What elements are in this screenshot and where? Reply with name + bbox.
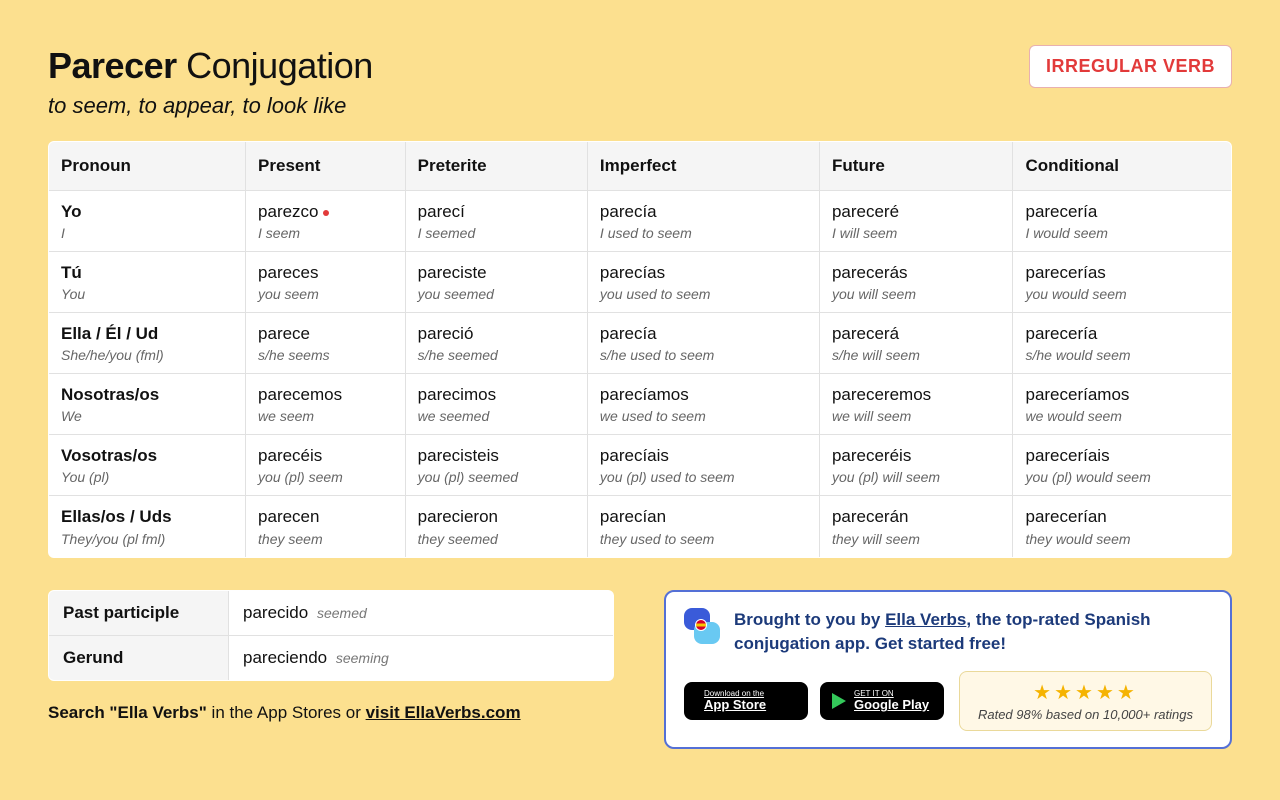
rating-text: Rated 98% based on 10,000+ ratings [978, 707, 1193, 722]
conjugation-cell: pareceríanthey would seem [1013, 496, 1232, 557]
conjugation-cell: pareceránthey will seem [819, 496, 1013, 557]
pronoun-cell: YoI [49, 191, 246, 252]
conjugation-cell: parecerías/he would seem [1013, 313, 1232, 374]
conjugation-cell: pareceríasyou would seem [1013, 252, 1232, 313]
pronoun-cell: Ellas/os / UdsThey/you (pl fml) [49, 496, 246, 557]
column-header: Present [246, 142, 406, 191]
googleplay-badge[interactable]: GET IT ONGoogle Play [820, 682, 944, 720]
conjugation-cell: pareceréI will seem [819, 191, 1013, 252]
pronoun-cell: Vosotras/osYou (pl) [49, 435, 246, 496]
page-title: Parecer Conjugation [48, 45, 373, 87]
conjugation-cell: parecisteisyou (pl) seemed [405, 435, 587, 496]
pronoun-cell: TúYou [49, 252, 246, 313]
rating-box: ★★★★★ Rated 98% based on 10,000+ ratings [959, 671, 1212, 731]
table-row: TúYouparecesyou seemparecisteyou seemedp… [49, 252, 1232, 313]
conjugation-cell: parecerás/he will seem [819, 313, 1013, 374]
conjugation-cell: pareceríaI would seem [1013, 191, 1232, 252]
promo-card: Brought to you by Ella Verbs, the top-ra… [664, 590, 1232, 749]
conjugation-cell: parecíaI used to seem [587, 191, 819, 252]
conjugation-cell: parecenthey seem [246, 496, 406, 557]
conjugation-cell: parecíasyou used to seem [587, 252, 819, 313]
ella-verbs-link[interactable]: Ella Verbs [885, 610, 966, 629]
column-header: Pronoun [49, 142, 246, 191]
column-header: Future [819, 142, 1013, 191]
column-header: Conditional [1013, 142, 1232, 191]
promo-text: Brought to you by Ella Verbs, the top-ra… [734, 608, 1212, 657]
conjugation-cell: parecíaisyou (pl) used to seem [587, 435, 819, 496]
conjugation-cell: parecíamoswe used to seem [587, 374, 819, 435]
conjugation-cell: parecieronthey seemed [405, 496, 587, 557]
conjugation-cell: pareceríaisyou (pl) would seem [1013, 435, 1232, 496]
gerund-label: Gerund [49, 635, 229, 680]
conjugation-cell: parecéisyou (pl) seem [246, 435, 406, 496]
conjugation-table: PronounPresentPreteriteImperfectFutureCo… [48, 141, 1232, 558]
conjugation-cell: parecemoswe seem [246, 374, 406, 435]
table-row: Ella / Él / UdShe/he/you (fml)pareces/he… [49, 313, 1232, 374]
star-icons: ★★★★★ [978, 680, 1193, 705]
title-suffix: Conjugation [186, 45, 373, 86]
column-header: Imperfect [587, 142, 819, 191]
past-participle-value: parecido seemed [229, 590, 614, 635]
pronoun-cell: Nosotras/osWe [49, 374, 246, 435]
column-header: Preterite [405, 142, 587, 191]
conjugation-cell: pareceréisyou (pl) will seem [819, 435, 1013, 496]
conjugation-cell: parecíanthey used to seem [587, 496, 819, 557]
table-row: Nosotras/osWeparecemoswe seemparecimoswe… [49, 374, 1232, 435]
conjugation-cell: parecías/he used to seem [587, 313, 819, 374]
conjugation-cell: parecesyou seem [246, 252, 406, 313]
conjugation-cell: pareces/he seems [246, 313, 406, 374]
table-row: Vosotras/osYou (pl)parecéisyou (pl) seem… [49, 435, 1232, 496]
app-icon [684, 608, 720, 644]
verb-translation: to seem, to appear, to look like [48, 93, 373, 119]
appstore-badge[interactable]: Download on theApp Store [684, 682, 808, 720]
conjugation-cell: pareciós/he seemed [405, 313, 587, 374]
forms-table: Past participle parecido seemed Gerund p… [48, 590, 614, 681]
past-participle-label: Past participle [49, 590, 229, 635]
google-play-icon [832, 693, 846, 709]
irregular-badge: IRREGULAR VERB [1029, 45, 1232, 88]
conjugation-cell: parecimoswe seemed [405, 374, 587, 435]
conjugation-cell: pareceríamoswe would seem [1013, 374, 1232, 435]
pronoun-cell: Ella / Él / UdShe/he/you (fml) [49, 313, 246, 374]
conjugation-cell: pareceremoswe will seem [819, 374, 1013, 435]
conjugation-cell: parezcoI seem [246, 191, 406, 252]
verb-name: Parecer [48, 45, 177, 86]
table-row: YoIparezcoI seemparecíI seemedparecíaI u… [49, 191, 1232, 252]
visit-link[interactable]: visit EllaVerbs.com [366, 703, 521, 722]
conjugation-cell: parecisteyou seemed [405, 252, 587, 313]
search-line: Search "Ella Verbs" in the App Stores or… [48, 703, 614, 723]
table-row: Ellas/os / UdsThey/you (pl fml)parecenth… [49, 496, 1232, 557]
gerund-value: pareciendo seeming [229, 635, 614, 680]
conjugation-cell: parecíI seemed [405, 191, 587, 252]
irregular-dot-icon [323, 210, 329, 216]
conjugation-cell: parecerásyou will seem [819, 252, 1013, 313]
